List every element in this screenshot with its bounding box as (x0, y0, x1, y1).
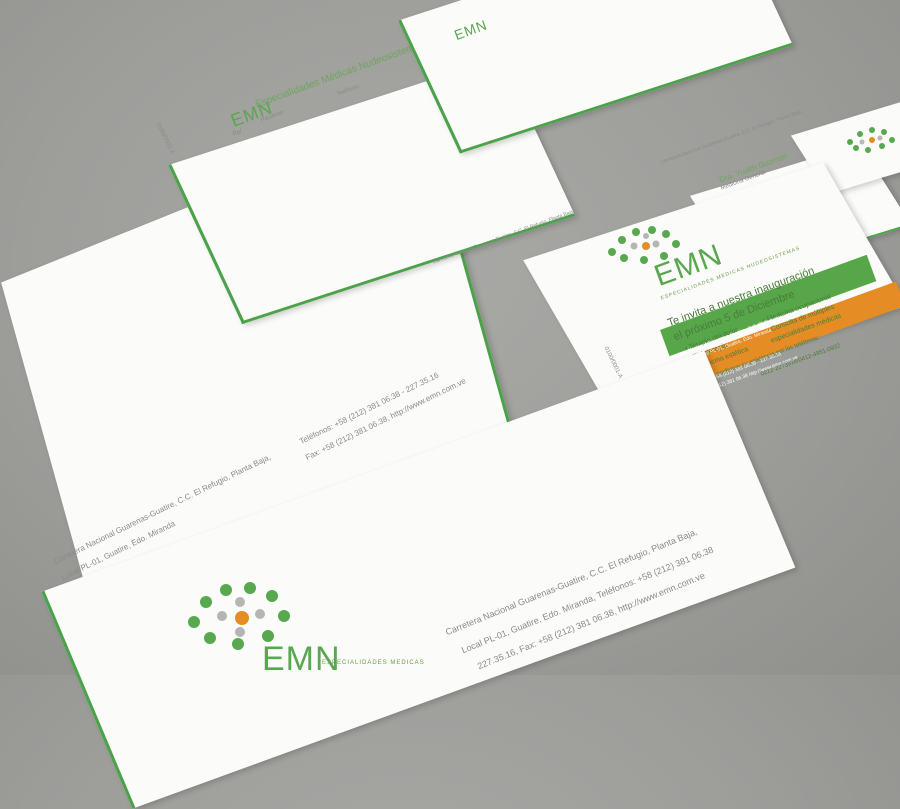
letterhead-code: 0100/0001-A (154, 122, 176, 156)
card-logo-dots-icon (847, 127, 895, 153)
prescription-logo: EMN (228, 97, 276, 131)
prescription-pad-back (398, 0, 793, 154)
prescription-phone-label: Teléfono: (336, 83, 361, 98)
envelope-tagline: ESPECIALIDADES MEDICAS (322, 660, 425, 666)
prescription-rp: Rp/ (232, 128, 243, 138)
